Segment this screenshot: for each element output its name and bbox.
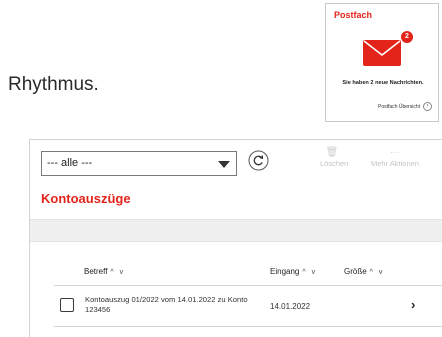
section-title: Kontoauszüge (41, 191, 131, 206)
refresh-icon[interactable] (248, 150, 269, 171)
column-header-betreff[interactable]: Betreff ^ v (84, 267, 125, 276)
row-checkbox[interactable] (60, 298, 74, 312)
filter-select[interactable]: --- alle --- (41, 151, 237, 176)
sort-arrows-icon: ^ v (369, 269, 385, 276)
notification-badge: 2 (400, 30, 414, 44)
chevron-right-circle-icon: › (423, 102, 432, 111)
caret-down-icon (218, 161, 230, 168)
more-actions-button[interactable]: ··· Mehr Aktionen (365, 147, 425, 168)
column-label: Größe (344, 267, 367, 276)
column-header-groesse[interactable]: Größe ^ v (344, 267, 384, 276)
column-label: Betreff (84, 267, 108, 276)
trash-icon: 🗑 (325, 147, 339, 158)
chevron-right-icon[interactable]: › (411, 297, 415, 312)
more-actions-label: Mehr Aktionen (371, 159, 419, 168)
row-date: 14.01.2022 (270, 302, 311, 311)
column-header-eingang[interactable]: Eingang ^ v (270, 267, 317, 276)
envelope-icon (363, 40, 401, 66)
intro-text: Rhythmus. (8, 74, 99, 95)
row-subject[interactable]: Kontoauszug 01/2022 vom 14.01.2022 zu Ko… (85, 295, 260, 315)
postfach-widget[interactable]: Postfach 2 Sie haben 2 neue Nachrichten.… (325, 3, 439, 122)
separator-band (30, 219, 442, 242)
postfach-overview-link[interactable]: Postfach Übersicht › (378, 102, 432, 111)
more-dots-icon: ··· (390, 147, 400, 158)
statements-panel: --- alle --- 🗑 Löschen ··· Mehr Aktionen… (29, 139, 442, 337)
column-label: Eingang (270, 267, 300, 276)
row-divider (54, 326, 442, 327)
header-divider (54, 285, 442, 286)
filter-select-value: --- alle --- (47, 157, 93, 169)
delete-label: Löschen (320, 159, 349, 168)
delete-button[interactable]: 🗑 Löschen (320, 147, 348, 168)
postfach-message: Sie haben 2 neue Nachrichten. (342, 80, 424, 86)
sort-arrows-icon: ^ v (110, 269, 126, 276)
sort-arrows-icon: ^ v (302, 269, 318, 276)
postfach-title: Postfach (334, 10, 373, 20)
postfach-overview-label: Postfach Übersicht (378, 103, 420, 110)
